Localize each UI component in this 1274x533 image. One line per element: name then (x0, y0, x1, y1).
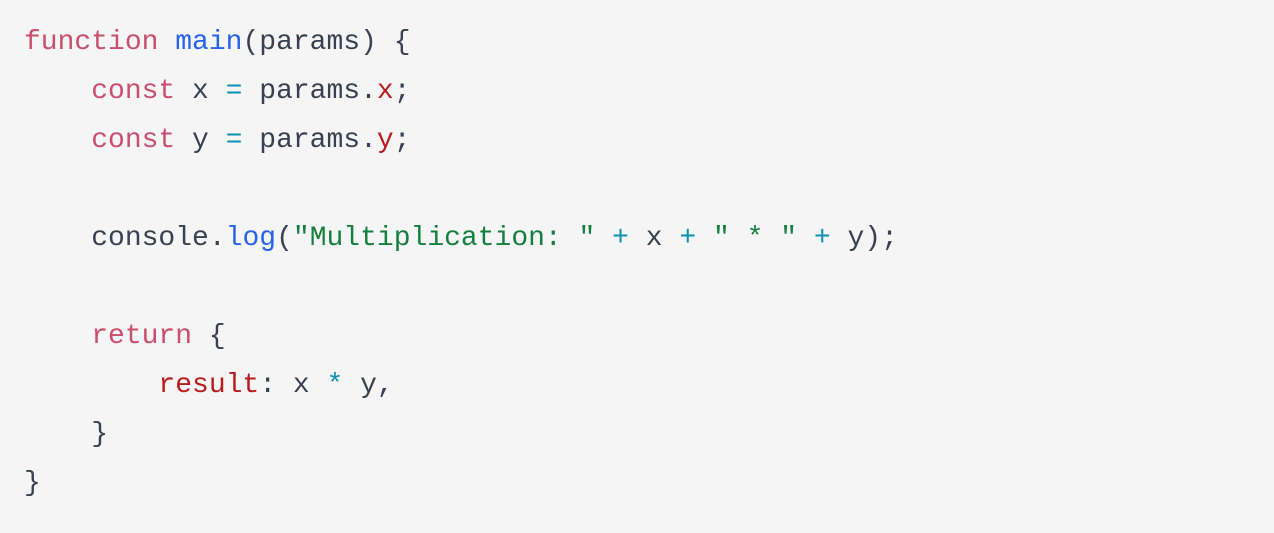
indent (24, 76, 91, 107)
string-literal: " * " (713, 223, 797, 254)
indent (24, 321, 91, 352)
keyword-return: return (91, 321, 192, 352)
var-x: x (175, 76, 225, 107)
op-plus: + (663, 223, 713, 254)
brace-close: } (91, 419, 108, 450)
brace-close: } (24, 468, 41, 499)
keyword-function: function (24, 27, 158, 58)
prop-y: y (377, 125, 394, 156)
var-y: y (175, 125, 225, 156)
keyword-const: const (91, 76, 175, 107)
keyword-const: const (91, 125, 175, 156)
paren-open: ( (242, 27, 259, 58)
paren-open: ( (276, 223, 293, 254)
var-y: y (343, 370, 377, 401)
semicolon: ; (394, 125, 411, 156)
prop-result: result (158, 370, 259, 401)
function-name: main (175, 27, 242, 58)
colon: : (259, 370, 276, 401)
indent (24, 370, 158, 401)
code-line-10: } (24, 468, 41, 499)
string-literal: "Multiplication: " (293, 223, 595, 254)
prop-x: x (377, 76, 394, 107)
obj-console: console (91, 223, 209, 254)
code-line-2: const x = params.x; (24, 76, 411, 107)
var-y: y (847, 223, 864, 254)
code-line-5: console.log("Multiplication: " + x + " *… (24, 223, 898, 254)
dot: . (360, 76, 377, 107)
fn-log: log (226, 223, 276, 254)
code-line-8: result: x * y, (24, 370, 394, 401)
op-equals: = (226, 76, 243, 107)
code-block: function main(params) { const x = params… (24, 18, 1250, 508)
brace-open: { (192, 321, 226, 352)
indent (24, 125, 91, 156)
semicolon: ; (881, 223, 898, 254)
obj-params: params (242, 76, 360, 107)
code-line-7: return { (24, 321, 226, 352)
comma: , (377, 370, 394, 401)
code-line-9: } (24, 419, 108, 450)
op-equals: = (226, 125, 243, 156)
indent (24, 223, 91, 254)
semicolon: ; (394, 76, 411, 107)
op-star: * (326, 370, 343, 401)
code-line-1: function main(params) { (24, 27, 411, 58)
paren-close: ) (360, 27, 377, 58)
dot: . (360, 125, 377, 156)
obj-params: params (242, 125, 360, 156)
param-name: params (259, 27, 360, 58)
var-x: x (646, 223, 663, 254)
code-line-3: const y = params.y; (24, 125, 411, 156)
indent (24, 419, 91, 450)
brace-open: { (377, 27, 411, 58)
dot: . (209, 223, 226, 254)
var-x: x (276, 370, 326, 401)
op-plus: + (797, 223, 847, 254)
paren-close: ) (864, 223, 881, 254)
op-plus: + (595, 223, 645, 254)
